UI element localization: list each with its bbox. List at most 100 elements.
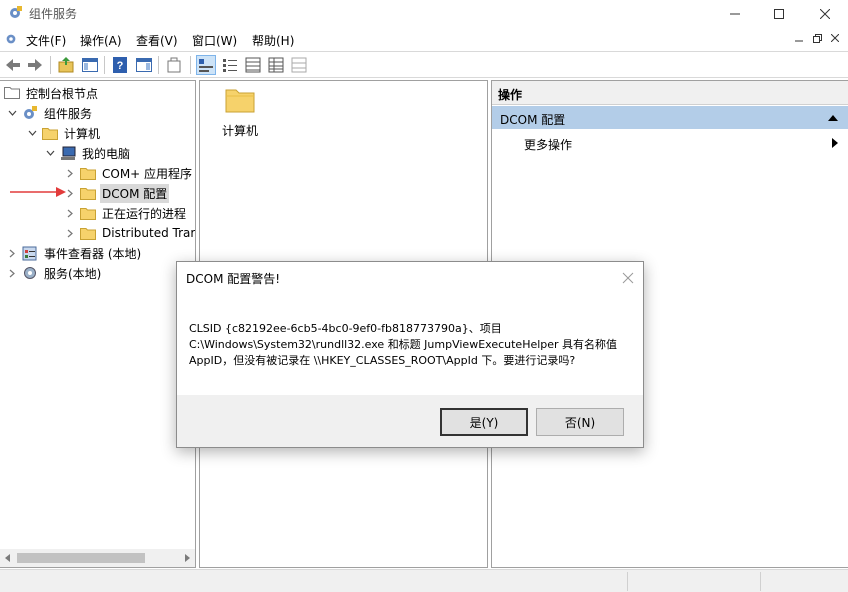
tree-item-computers[interactable]: 计算机 (26, 123, 102, 143)
configure-view-icon[interactable] (290, 56, 308, 74)
chevron-right-icon[interactable] (64, 167, 76, 179)
scroll-left-icon[interactable] (4, 554, 12, 562)
folder-icon (80, 228, 96, 240)
maximize-icon (774, 8, 784, 19)
tree-item-label: 服务(本地) (44, 266, 102, 281)
menu-file[interactable]: 文件(F) (26, 32, 66, 49)
tree-item-running-processes[interactable]: 正在运行的进程 (64, 203, 188, 223)
action-pane-header: 操作 (492, 81, 848, 105)
content-item-label: 计算机 (221, 124, 258, 138)
tree-item-label: 事件查看器 (本地) (44, 246, 142, 261)
tree-item-label: 计算机 (64, 126, 101, 141)
chevron-right-icon[interactable] (6, 267, 18, 279)
yes-button[interactable]: 是(Y) (440, 408, 528, 436)
tree-item-label: Distributed Trar (102, 226, 196, 240)
collapse-up-icon[interactable] (828, 114, 838, 121)
forward-arrow-icon[interactable] (26, 56, 44, 74)
menu-view[interactable]: 查看(V) (136, 32, 178, 49)
scroll-right-icon[interactable] (183, 554, 191, 562)
minimize-icon (730, 13, 740, 14)
restore-icon (812, 33, 822, 43)
window-title: 组件服务 (29, 7, 78, 21)
up-folder-icon[interactable] (57, 56, 75, 74)
chevron-down-icon[interactable] (26, 127, 38, 139)
console-tree-pane: 控制台根节点 组件服务 计算机 我的电脑 COM+ 应用程序 DCOM 配置 正… (0, 80, 196, 568)
tree-item-label: 我的电脑 (82, 146, 131, 161)
action-section-dcom-config[interactable]: DCOM 配置 (492, 106, 848, 129)
tree-item-label: 组件服务 (44, 106, 93, 121)
folder-icon (80, 168, 96, 180)
component-services-icon (6, 34, 16, 44)
show-hide-tree-icon[interactable] (81, 56, 99, 74)
minimize-button[interactable] (712, 0, 758, 27)
component-services-icon (24, 106, 37, 119)
mdi-restore-button[interactable] (808, 29, 826, 47)
close-icon (831, 34, 839, 42)
dcom-warning-dialog: DCOM 配置警告! CLSID {c82192ee-6cb5-4bc0-9ef… (176, 261, 644, 448)
folder-icon (225, 89, 255, 113)
show-hide-action-pane-icon[interactable] (135, 56, 153, 74)
maximize-button[interactable] (756, 0, 802, 27)
tree-item-label: DCOM 配置 (100, 183, 170, 203)
status-bar (0, 569, 848, 592)
folder-icon (42, 128, 58, 140)
menu-window[interactable]: 窗口(W) (192, 32, 237, 49)
tree-item-services[interactable]: 服务(本地) (6, 263, 103, 283)
folder-icon (80, 188, 96, 200)
dialog-footer: 是(Y) 否(N) (177, 395, 643, 447)
list-view-icon[interactable] (244, 56, 262, 74)
content-item-computers[interactable]: 计算机 (220, 87, 260, 139)
tree-item-label: 控制台根节点 (26, 86, 99, 101)
tree-item-distributed-transaction[interactable]: Distributed Trar (64, 223, 196, 243)
red-arrow-annotation (10, 187, 66, 197)
tree-item-my-computer[interactable]: 我的电脑 (44, 143, 132, 163)
action-more-actions[interactable]: 更多操作 (492, 131, 848, 153)
tree-item-label: 正在运行的进程 (102, 206, 187, 221)
back-arrow-icon[interactable] (4, 56, 22, 74)
folder-icon (4, 86, 20, 102)
large-icons-view-icon[interactable] (196, 55, 216, 75)
help-icon[interactable]: ? (111, 56, 129, 74)
more-actions-label: 更多操作 (524, 138, 573, 152)
mdi-close-button[interactable] (826, 29, 844, 47)
minimize-icon (795, 40, 803, 42)
chevron-right-icon[interactable] (64, 227, 76, 239)
close-icon[interactable] (620, 270, 636, 286)
dialog-message-line: AppID，但没有被记录在 \\HKEY_CLASSES_ROOT\AppId … (189, 354, 576, 367)
tree-item-com-plus-applications[interactable]: COM+ 应用程序 (64, 163, 194, 183)
chevron-right-icon[interactable] (6, 247, 18, 259)
scrollbar-thumb[interactable] (17, 553, 145, 563)
dialog-message-line: CLSID {c82192ee-6cb5-4bc0-9ef0-fb8187737… (189, 322, 502, 335)
chevron-down-icon[interactable] (44, 147, 56, 159)
tree-item-label: COM+ 应用程序 (102, 166, 193, 181)
folder-icon (80, 208, 96, 220)
toolbar: ? (0, 51, 848, 78)
services-gear-icon (24, 267, 36, 279)
chevron-right-icon[interactable] (64, 207, 76, 219)
menu-help[interactable]: 帮助(H) (252, 32, 294, 49)
submenu-arrow-icon (832, 138, 838, 148)
horizontal-scrollbar[interactable] (0, 549, 195, 567)
tree-item-event-viewer[interactable]: 事件查看器 (本地) (6, 243, 143, 263)
details-view-icon[interactable] (267, 56, 285, 74)
tree-item-dcom-config[interactable]: DCOM 配置 (64, 183, 170, 203)
mdi-minimize-button[interactable] (790, 29, 808, 47)
no-button[interactable]: 否(N) (536, 408, 624, 436)
action-section-label: DCOM 配置 (500, 113, 566, 127)
menu-action[interactable]: 操作(A) (80, 32, 122, 49)
menu-bar: 文件(F) 操作(A) 查看(V) 窗口(W) 帮助(H) (0, 28, 848, 50)
tree-item-component-services[interactable]: 组件服务 (6, 103, 94, 123)
title-bar: 组件服务 (0, 0, 848, 27)
event-viewer-icon (22, 246, 37, 261)
small-icons-view-icon[interactable] (221, 56, 239, 74)
mdi-controls (790, 29, 846, 49)
close-icon (820, 8, 830, 19)
computer-icon (61, 146, 76, 160)
properties-icon[interactable] (165, 56, 183, 74)
dialog-message-line: C:\Windows\System32\rundll32.exe 和标题 Jum… (189, 338, 618, 351)
component-services-icon (10, 6, 22, 18)
tree-item-console-root[interactable]: 控制台根节点 (4, 83, 100, 103)
chevron-down-icon[interactable] (6, 107, 18, 119)
dialog-message: CLSID {c82192ee-6cb5-4bc0-9ef0-fb8187737… (189, 321, 639, 369)
close-button[interactable] (802, 0, 848, 27)
